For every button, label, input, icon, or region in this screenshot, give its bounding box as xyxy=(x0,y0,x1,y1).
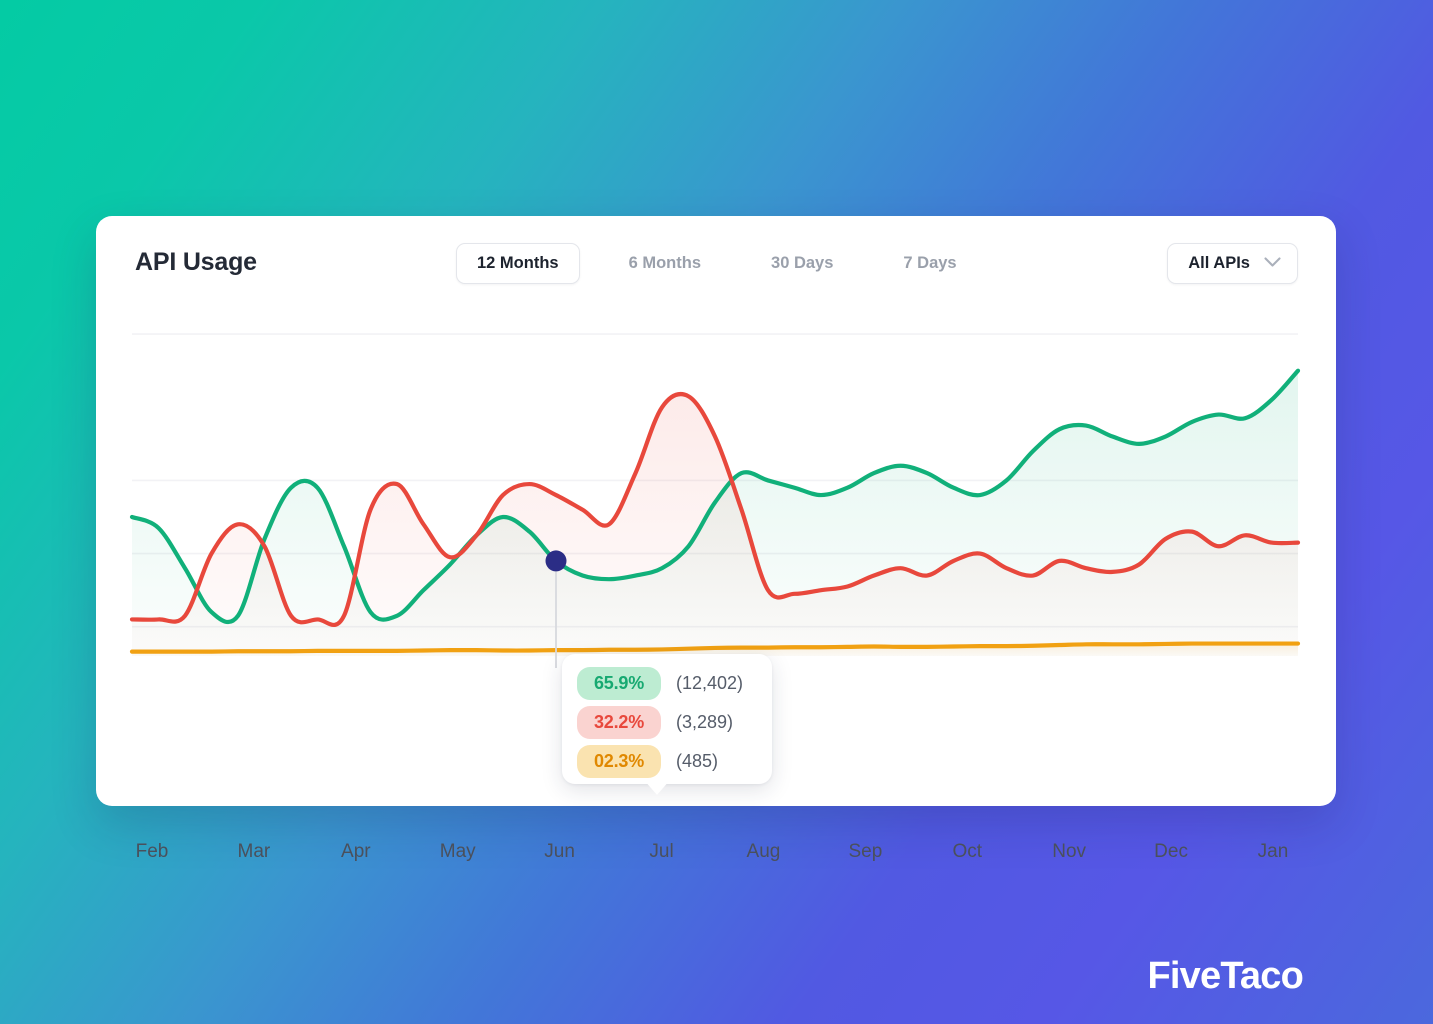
x-axis-label: May xyxy=(439,841,476,862)
range-tab-group: 12 Months 6 Months 30 Days 7 Days xyxy=(456,243,978,284)
x-axis-label: Mar xyxy=(237,841,271,862)
tooltip-percent: 65.9% xyxy=(577,667,661,700)
tooltip-row: 32.2% (3,289) xyxy=(577,706,733,739)
range-tab-12-months[interactable]: 12 Months xyxy=(456,243,580,284)
x-axis-label: Jun xyxy=(544,841,575,862)
x-axis-label: Sep xyxy=(848,841,883,862)
tooltip-row: 65.9% (12,402) xyxy=(577,667,743,700)
tooltip-percent: 02.3% xyxy=(577,745,661,778)
api-usage-card: API Usage 12 Months 6 Months 30 Days 7 Days… xyxy=(96,216,1336,862)
range-tab-30-days[interactable]: 30 Days xyxy=(750,243,854,284)
range-tab-6-months[interactable]: 6 Months xyxy=(608,243,722,284)
x-axis-label: Jul xyxy=(649,841,674,862)
range-tab-7-days[interactable]: 7 Days xyxy=(882,243,977,284)
x-axis: Feb Mar Apr May Jun Jul Aug Sep Oct Nov Dec Jan xyxy=(96,841,1336,881)
x-axis-label: Oct xyxy=(952,841,983,862)
x-axis-label: Feb xyxy=(135,841,169,862)
x-axis-label: Jan xyxy=(1257,841,1289,862)
chart-areas xyxy=(132,370,1298,656)
page-root: API Usage 12 Months 6 Months 30 Days 7 Days… xyxy=(0,0,1433,1024)
chart-tooltip: 65.9% (12,402) 32.2% (3,289) 02.3% (485) xyxy=(562,654,772,795)
x-axis-label: Aug xyxy=(746,841,781,862)
x-axis-label: Nov xyxy=(1052,841,1087,862)
x-axis-label: Apr xyxy=(341,841,371,862)
marker-dot[interactable] xyxy=(545,550,567,572)
tooltip-count: (3,289) xyxy=(676,712,734,732)
tooltip-count: (12,402) xyxy=(676,673,744,693)
tooltip-percent: 32.2% xyxy=(577,706,661,739)
tooltip-row: 02.3% (485) xyxy=(577,745,718,778)
brand-logo: FiveTaco xyxy=(1147,955,1303,997)
api-filter-dropdown[interactable]: All APIs xyxy=(1167,243,1298,284)
card-header: API Usage 12 Months 6 Months 30 Days 7 Days… xyxy=(96,216,1336,306)
tooltip-count: (485) xyxy=(676,751,719,771)
api-filter-label: All APIs xyxy=(1188,254,1250,272)
page-title: API Usage xyxy=(135,248,257,276)
chevron-down-icon xyxy=(1264,255,1281,273)
x-axis-label: Dec xyxy=(1154,841,1188,862)
